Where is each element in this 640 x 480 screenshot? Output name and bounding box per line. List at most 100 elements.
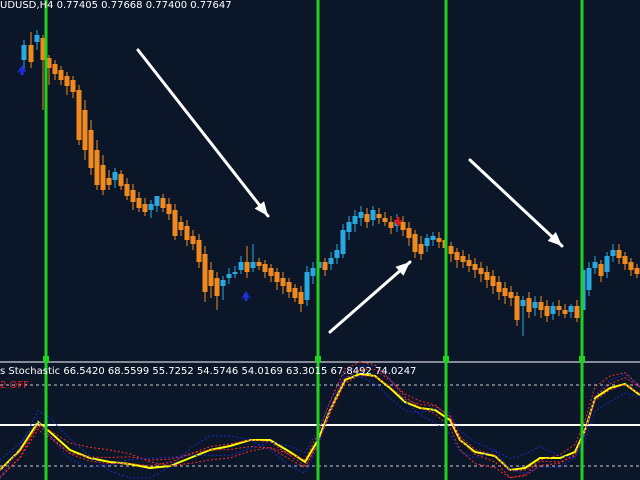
indicator-name: s Stochastic [0, 366, 61, 377]
candle-body [478, 268, 484, 274]
candle-body [562, 310, 568, 314]
candle-body [340, 230, 346, 254]
candle-body [286, 282, 292, 292]
candle-body [178, 222, 184, 230]
candle-body [280, 278, 286, 286]
vertical-line-marker [579, 356, 585, 362]
candle-body [100, 165, 106, 190]
candle-body [532, 302, 538, 308]
candle-body [586, 268, 592, 290]
candle-body [634, 268, 640, 274]
candle-body [460, 256, 466, 262]
candle-body [466, 260, 472, 266]
candle-body [448, 246, 454, 254]
candle-body [628, 262, 634, 270]
candle-body [226, 274, 232, 278]
candle-body [574, 306, 580, 318]
indicator-values: 66.5420 68.5599 55.7252 54.5746 54.0169 … [63, 366, 417, 377]
candle-body [196, 240, 202, 262]
candle-body [508, 292, 514, 298]
chart-background [0, 0, 640, 480]
candle-body [160, 198, 166, 208]
candle-body [502, 288, 508, 296]
indicator-header: s Stochastic 66.5420 68.5599 55.7252 54.… [0, 366, 416, 377]
candle-body [64, 76, 70, 86]
candle-body [412, 234, 418, 252]
candle-body [58, 70, 64, 80]
candle-body [406, 228, 412, 238]
candle-body [250, 262, 256, 268]
candle-body [496, 282, 502, 292]
candle-body [208, 270, 214, 286]
candle-body [190, 236, 196, 244]
candle-body [292, 288, 298, 298]
candle-body [88, 130, 94, 168]
candle-body [352, 216, 358, 224]
candle-body [262, 264, 268, 272]
candle-body [172, 210, 178, 236]
candle-body [370, 210, 376, 220]
candle-body [604, 256, 610, 272]
candle-body [472, 264, 478, 270]
candle-body [112, 172, 118, 180]
candle-body [310, 268, 316, 276]
candle-body [334, 250, 340, 258]
candle-body [364, 214, 370, 222]
candle-body [436, 238, 442, 242]
candle-body [298, 292, 304, 304]
candle-body [232, 272, 238, 274]
candle-body [400, 222, 406, 230]
candle-body [34, 35, 40, 42]
candle-body [52, 64, 58, 74]
candle-body [274, 272, 280, 282]
candle-body [166, 204, 172, 214]
candle-body [454, 252, 460, 260]
candle-body [142, 204, 148, 212]
candle-body [124, 184, 130, 196]
candle-body [388, 222, 394, 228]
candle-body [154, 196, 160, 206]
candle-body [214, 278, 220, 296]
indicator-sub-label: 2 OFF [0, 380, 29, 391]
candle-body [268, 268, 274, 276]
candle-body [82, 110, 88, 150]
candle-body [376, 214, 382, 218]
candle-body [520, 300, 526, 306]
vertical-line-marker [315, 356, 321, 362]
candle-body [76, 90, 82, 140]
symbol-label: UDUSD,H4 [0, 0, 54, 11]
candle-body [430, 236, 436, 240]
candle-body [244, 262, 250, 272]
candle-body [610, 250, 616, 256]
candle-body [184, 226, 190, 240]
price-header: UDUSD,H4 0.77405 0.77668 0.77400 0.77647 [0, 0, 232, 11]
candle-body [256, 262, 262, 266]
candle-body [238, 262, 244, 270]
candle-body [148, 204, 154, 210]
candle-body [538, 302, 544, 310]
candle-body [322, 262, 328, 270]
candle-body [550, 306, 556, 314]
candle-body [484, 272, 490, 280]
candle-body [418, 244, 424, 254]
candle-body [346, 222, 352, 232]
candle-body [598, 264, 604, 276]
candle-body [568, 306, 574, 312]
candle-body [424, 238, 430, 246]
ohlc-label: 0.77405 0.77668 0.77400 0.77647 [56, 0, 232, 11]
candle-body [514, 296, 520, 320]
candle-body [616, 250, 622, 258]
candle-body [556, 306, 562, 310]
candle-body [382, 218, 388, 222]
candle-body [526, 298, 532, 312]
candle-body [592, 262, 598, 268]
price-chart [0, 0, 640, 480]
candle-body [490, 276, 496, 286]
candle-body [328, 258, 334, 264]
vertical-line-marker [43, 356, 49, 362]
candle-body [136, 198, 142, 208]
candle-body [622, 256, 628, 264]
candle-body [358, 212, 364, 218]
candle-body [220, 280, 226, 286]
vertical-line-marker [443, 356, 449, 362]
